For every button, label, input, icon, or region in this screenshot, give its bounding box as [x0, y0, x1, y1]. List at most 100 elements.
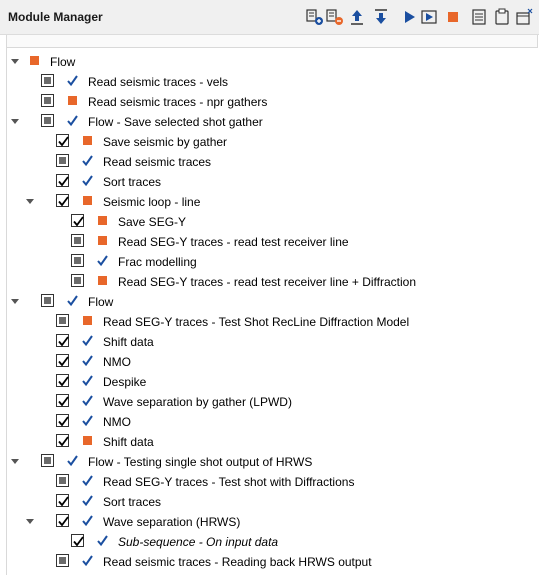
enable-checkbox[interactable] [56, 474, 69, 487]
enable-checkbox[interactable] [71, 534, 84, 547]
run-step-button[interactable] [420, 8, 438, 26]
clipboard-button[interactable] [493, 8, 511, 26]
enable-checkbox[interactable] [56, 514, 69, 527]
status-not-run-icon [97, 275, 108, 286]
tree-row[interactable]: Read SEG-Y traces - Test Shot RecLine Di… [0, 312, 539, 332]
tree-row[interactable]: Flow [0, 292, 539, 312]
enable-checkbox[interactable] [41, 454, 54, 467]
enable-checkbox[interactable] [41, 294, 54, 307]
enable-checkbox[interactable] [71, 254, 84, 267]
status-ok-icon [82, 175, 93, 186]
chevron-down-icon[interactable] [25, 516, 35, 526]
status-ok-icon [67, 115, 78, 126]
tree-row[interactable]: Read seismic traces - Reading back HRWS … [0, 552, 539, 572]
move-up-button[interactable] [348, 8, 366, 26]
tree-row[interactable]: Flow - Save selected shot gather [0, 112, 539, 132]
chevron-down-icon[interactable] [10, 56, 20, 66]
status-ok-icon [82, 415, 93, 426]
status-ok-icon [82, 355, 93, 366]
enable-checkbox[interactable] [56, 354, 69, 367]
tree-row[interactable]: Sub-sequence - On input data [0, 532, 539, 552]
module-label: Read seismic traces - npr gathers [88, 95, 268, 109]
module-label: Read SEG-Y traces - read test receiver l… [118, 275, 417, 289]
enable-checkbox[interactable] [56, 414, 69, 427]
remove-module-button[interactable] [326, 8, 344, 26]
enable-checkbox[interactable] [71, 214, 84, 227]
move-up-icon [351, 10, 363, 25]
tree-row[interactable]: Read seismic traces - npr gathers [0, 92, 539, 112]
tree-row[interactable]: Save seismic by gather [0, 132, 539, 152]
enable-checkbox[interactable] [56, 374, 69, 387]
tree-row[interactable]: Seismic loop - line [0, 192, 539, 212]
tree-row[interactable]: Frac modelling [0, 252, 539, 272]
status-not-run-icon [82, 195, 93, 206]
enable-checkbox[interactable] [56, 554, 69, 567]
tree-row[interactable]: Read SEG-Y traces - Test shot with Diffr… [0, 472, 539, 492]
move-down-button[interactable] [372, 8, 390, 26]
enable-checkbox[interactable] [41, 94, 54, 107]
module-label: Read SEG-Y traces - read test receiver l… [118, 235, 349, 249]
module-label: Sub-sequence - On input data [118, 535, 279, 549]
status-ok-icon [82, 155, 93, 166]
tree-row[interactable]: Sort traces [0, 492, 539, 512]
tree-row[interactable]: Save SEG-Y [0, 212, 539, 232]
tree-row[interactable]: Read seismic traces - vels [0, 72, 539, 92]
enable-checkbox[interactable] [56, 314, 69, 327]
module-label: Sort traces [103, 175, 162, 189]
panel-title: Module Manager [8, 10, 103, 24]
stop-icon [448, 12, 458, 22]
tree-row[interactable]: Read SEG-Y traces - read test receiver l… [0, 272, 539, 292]
tree-row[interactable]: Shift data [0, 432, 539, 452]
stop-button[interactable] [444, 8, 462, 26]
enable-checkbox[interactable] [56, 394, 69, 407]
tree-row[interactable]: Wave separation by gather (LPWD) [0, 392, 539, 412]
window-menu-button[interactable] [515, 8, 533, 26]
tree-row[interactable]: Flow [0, 52, 539, 72]
chevron-down-icon[interactable] [10, 116, 20, 126]
move-down-icon [375, 9, 387, 24]
window-menu-icon [516, 8, 533, 25]
module-label: Flow - Save selected shot gather [88, 115, 263, 129]
module-label: Read SEG-Y traces - Test Shot RecLine Di… [103, 315, 410, 329]
status-not-run-icon [82, 435, 93, 446]
run-icon [405, 11, 415, 23]
tree-row[interactable]: Despike [0, 372, 539, 392]
module-label: NMO [103, 415, 131, 429]
enable-checkbox[interactable] [56, 194, 69, 207]
chevron-down-icon[interactable] [10, 456, 20, 466]
enable-checkbox[interactable] [56, 174, 69, 187]
tree-row[interactable]: NMO [0, 412, 539, 432]
properties-icon [472, 9, 486, 25]
add-module-button[interactable] [306, 8, 324, 26]
enable-checkbox[interactable] [56, 494, 69, 507]
enable-checkbox[interactable] [41, 114, 54, 127]
add-module-icon [306, 9, 323, 25]
enable-checkbox[interactable] [56, 434, 69, 447]
tree-row[interactable]: Flow - Testing single shot output of HRW… [0, 452, 539, 472]
enable-checkbox[interactable] [41, 74, 54, 87]
module-label: Read seismic traces [103, 155, 212, 169]
module-label: Flow [50, 55, 76, 69]
status-not-run-icon [67, 95, 78, 106]
module-label: Sort traces [103, 495, 162, 509]
status-ok-icon [67, 295, 78, 306]
status-not-run-icon [82, 135, 93, 146]
enable-checkbox[interactable] [56, 334, 69, 347]
status-ok-icon [67, 455, 78, 466]
tree-row[interactable]: Read seismic traces [0, 152, 539, 172]
module-label: Flow - Testing single shot output of HRW… [88, 455, 313, 469]
enable-checkbox[interactable] [71, 274, 84, 287]
tree-row[interactable]: Read SEG-Y traces - read test receiver l… [0, 232, 539, 252]
enable-checkbox[interactable] [56, 154, 69, 167]
chevron-down-icon[interactable] [10, 296, 20, 306]
chevron-down-icon[interactable] [25, 196, 35, 206]
enable-checkbox[interactable] [56, 134, 69, 147]
tree-row[interactable]: Wave separation (HRWS) [0, 512, 539, 532]
enable-checkbox[interactable] [71, 234, 84, 247]
properties-button[interactable] [470, 8, 488, 26]
tree-row[interactable]: NMO [0, 352, 539, 372]
tree-row[interactable]: Sort traces [0, 172, 539, 192]
run-button[interactable] [400, 8, 418, 26]
module-label: Read seismic traces - Reading back HRWS … [103, 555, 372, 569]
tree-row[interactable]: Shift data [0, 332, 539, 352]
